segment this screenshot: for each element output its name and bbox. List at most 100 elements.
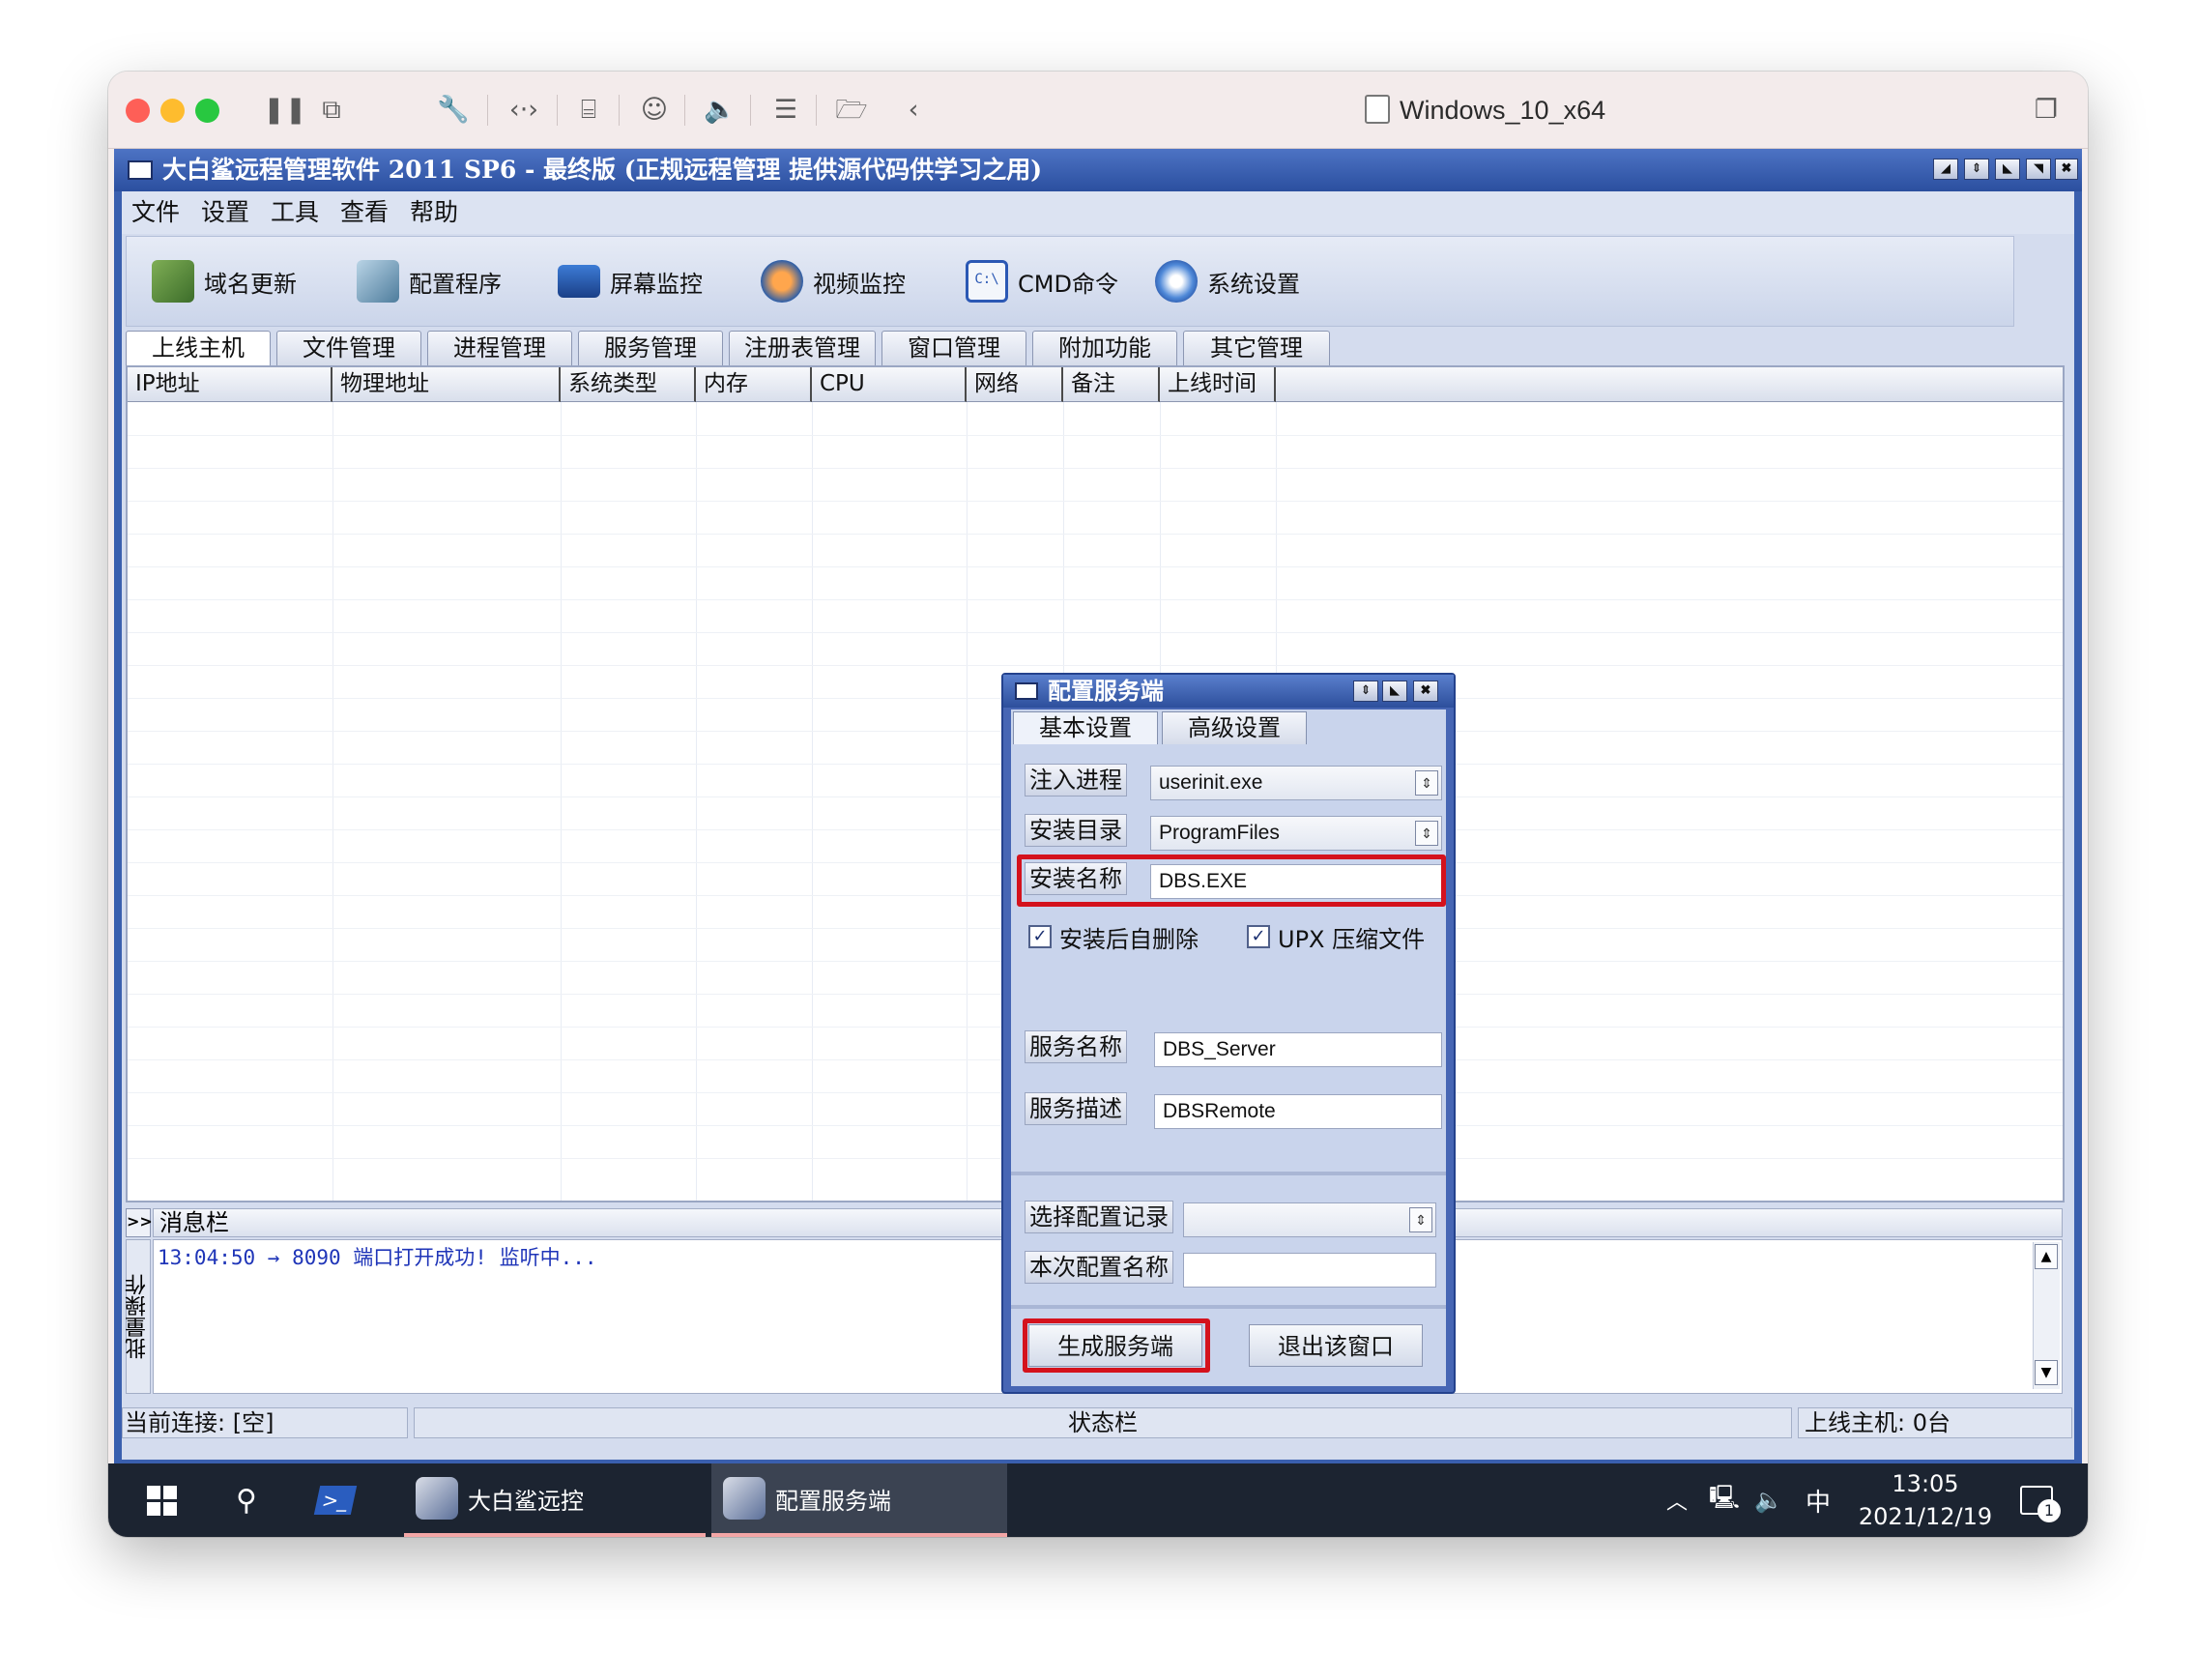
title-scroll-button[interactable]: ⇕ [1964,159,1989,180]
webcam-button[interactable]: 视频监控 [751,246,915,316]
menu-help[interactable]: 帮助 [410,191,458,234]
column-cpu[interactable]: CPU [812,367,967,402]
taskbar-app-label: 大白鲨远控 [468,1487,584,1515]
title-minimize-button[interactable]: ◢ [1933,159,1958,180]
column-network[interactable]: 网络 [967,367,1063,402]
cmd-button[interactable]: C:\ CMD命令 [956,246,1128,316]
chevron-left-icon[interactable]: ‹ [901,93,926,128]
code-icon[interactable]: ‹·› [505,93,543,128]
system-settings-label: 系统设置 [1207,270,1300,298]
status-connection: 当前连接: [空] [122,1407,408,1438]
column-ip[interactable]: IP地址 [128,367,332,402]
tab-process-manager[interactable]: 进程管理 [427,331,572,365]
expand-button[interactable]: >> [126,1208,153,1237]
menu-view[interactable]: 查看 [340,191,389,234]
webcam-icon [761,260,803,303]
window-restore-icon[interactable]: ❐ [2030,93,2063,128]
wrench-icon[interactable]: 🔧 [437,93,470,128]
column-os[interactable]: 系统类型 [561,367,696,402]
dialog-scroll-button[interactable]: ⇕ [1353,681,1378,702]
clock[interactable]: 13:05 2021/12/19 [1848,1463,2003,1537]
tab-basic-settings[interactable]: 基本设置 [1013,711,1158,744]
column-note[interactable]: 备注 [1063,367,1160,402]
column-online-time[interactable]: 上线时间 [1160,367,1276,402]
app-title: 大白鲨远程管理软件 2011 SP6 - 最终版 (正规远程管理 提供源代码供学… [162,156,1043,184]
document-icon [1365,94,1390,124]
notification-button[interactable]: 1 [2012,1463,2061,1537]
inject-process-select[interactable]: userinit.exe ⇕ [1150,766,1442,800]
shark-app-icon [723,1477,766,1520]
config-name-input[interactable] [1183,1253,1436,1288]
sound-icon[interactable]: 🔈 [704,93,737,128]
tray-chevron-up-icon[interactable]: ︿ [1662,1463,1691,1537]
scroll-up-icon[interactable]: ▲ [2035,1244,2058,1269]
tab-other-manager[interactable]: 其它管理 [1183,331,1330,365]
column-memory[interactable]: 内存 [696,367,812,402]
tab-advanced-settings[interactable]: 高级设置 [1162,711,1307,744]
upx-checkbox[interactable]: ✓ UPX 压缩文件 [1247,922,1425,953]
drive-icon[interactable]: ⌸ [572,93,605,128]
taskbar-app-remote[interactable]: 大白鲨远控 [404,1463,706,1537]
screen-monitor-icon [558,265,600,298]
ime-indicator[interactable]: 中 [1802,1463,1835,1537]
powershell-icon[interactable]: >_ [311,1463,360,1537]
tab-service-manager[interactable]: 服务管理 [578,331,723,365]
keyboard-icon[interactable]: ☰ [769,93,802,128]
inject-process-value: userinit.exe [1159,771,1263,794]
screen-monitor-label: 屏幕监控 [610,270,703,298]
spinner-icon[interactable]: ⇕ [1415,770,1438,796]
network-icon[interactable]: 🖳 [1707,1463,1742,1537]
minimize-window-button[interactable] [160,99,185,123]
vm-title: Windows_10_x64 [1365,93,1751,128]
tab-window-manager[interactable]: 窗口管理 [881,331,1026,365]
tab-extra-features[interactable]: 附加功能 [1032,331,1177,365]
dialog-icon [1015,682,1038,700]
title-close-button[interactable]: ✖ [2055,159,2078,180]
self-delete-label: 安装后自删除 [1059,925,1199,953]
shared-folder-icon[interactable]: 🗁 [835,93,868,128]
system-settings-button[interactable]: 系统设置 [1145,246,1310,316]
webcam-label: 视频监控 [813,270,906,298]
vm-toolbar: ❚❚ ⧉ 🔧 ‹·› ⌸ ☺ 🔈 ☰ 🗁 ‹ Windows_10_x64 ❐ [108,72,2088,149]
spinner-icon[interactable]: ⇕ [1415,821,1438,846]
zoom-window-button[interactable] [195,99,219,123]
volume-icon[interactable]: 🔈 [1751,1463,1786,1537]
install-dir-select[interactable]: ProgramFiles ⇕ [1150,816,1442,851]
screen-monitor-button[interactable]: 屏幕监控 [548,246,712,316]
service-desc-input[interactable]: DBSRemote [1154,1094,1442,1129]
snapshot-icon[interactable]: ⧉ [315,93,348,128]
config-program-button[interactable]: 配置程序 [347,246,511,316]
select-record-select[interactable]: ⇕ [1183,1202,1436,1237]
self-delete-checkbox[interactable]: ✓ 安装后自删除 [1028,922,1199,953]
title-maximize-button[interactable]: ◥ [2026,159,2051,180]
tab-online-hosts[interactable]: 上线主机 [126,331,271,367]
log-line: 13:04:50 → 8090 端口打开成功! 监听中... [158,1246,597,1269]
menu-settings[interactable]: 设置 [201,191,249,234]
tab-registry-manager[interactable]: 注册表管理 [729,331,876,365]
dialog-minimize-button[interactable]: ◣ [1382,681,1407,702]
exit-dialog-button[interactable]: 退出该窗口 [1249,1324,1423,1367]
search-icon[interactable]: ⚲ [222,1463,271,1537]
domain-update-label: 域名更新 [204,270,297,298]
dialog-close-button[interactable]: ✖ [1413,681,1438,702]
message-scrollbar[interactable]: ▲ ▼ [2033,1242,2060,1389]
pause-icon[interactable]: ❚❚ [263,93,306,128]
scroll-down-icon[interactable]: ▼ [2035,1360,2058,1385]
dialog-body: 基本设置 高级设置 注入进程 userinit.exe ⇕ 安装目录 Progr… [1011,710,1446,1386]
service-name-input[interactable]: DBS_Server [1154,1032,1442,1067]
close-window-button[interactable] [126,99,150,123]
user-icon[interactable]: ☺ [638,93,671,128]
app-window: 大白鲨远程管理软件 2011 SP6 - 最终版 (正规远程管理 提供源代码供学… [114,149,2082,1463]
title-restore-button[interactable]: ◣ [1995,159,2020,180]
spinner-icon[interactable]: ⇕ [1409,1207,1432,1232]
batch-operations-tab[interactable]: 批量操作 [126,1239,151,1394]
taskbar-app-config[interactable]: 配置服务端 [711,1463,1007,1537]
menu-file[interactable]: 文件 [131,191,180,234]
start-button[interactable] [137,1463,186,1537]
main-toolbar: 域名更新 配置程序 屏幕监控 视频监控 C:\ CMD命令 系统设置 [126,236,2014,327]
tab-file-manager[interactable]: 文件管理 [276,331,421,365]
column-mac[interactable]: 物理地址 [332,367,561,402]
menu-tools[interactable]: 工具 [271,191,319,234]
vm-window: ❚❚ ⧉ 🔧 ‹·› ⌸ ☺ 🔈 ☰ 🗁 ‹ Windows_10_x64 ❐ … [108,72,2088,1537]
domain-update-button[interactable]: 域名更新 [142,246,306,316]
